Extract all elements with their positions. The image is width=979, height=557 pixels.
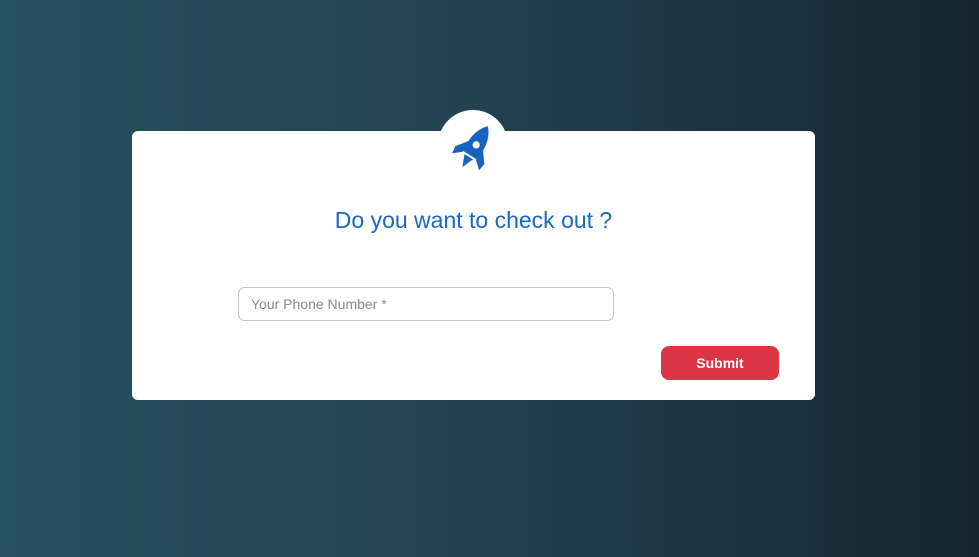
phone-number-input[interactable] <box>238 287 614 321</box>
logo-badge <box>438 110 508 180</box>
submit-button[interactable]: Submit <box>661 346 779 380</box>
rocket-icon <box>452 126 489 171</box>
dialog-title: Do you want to check out ? <box>334 207 613 233</box>
